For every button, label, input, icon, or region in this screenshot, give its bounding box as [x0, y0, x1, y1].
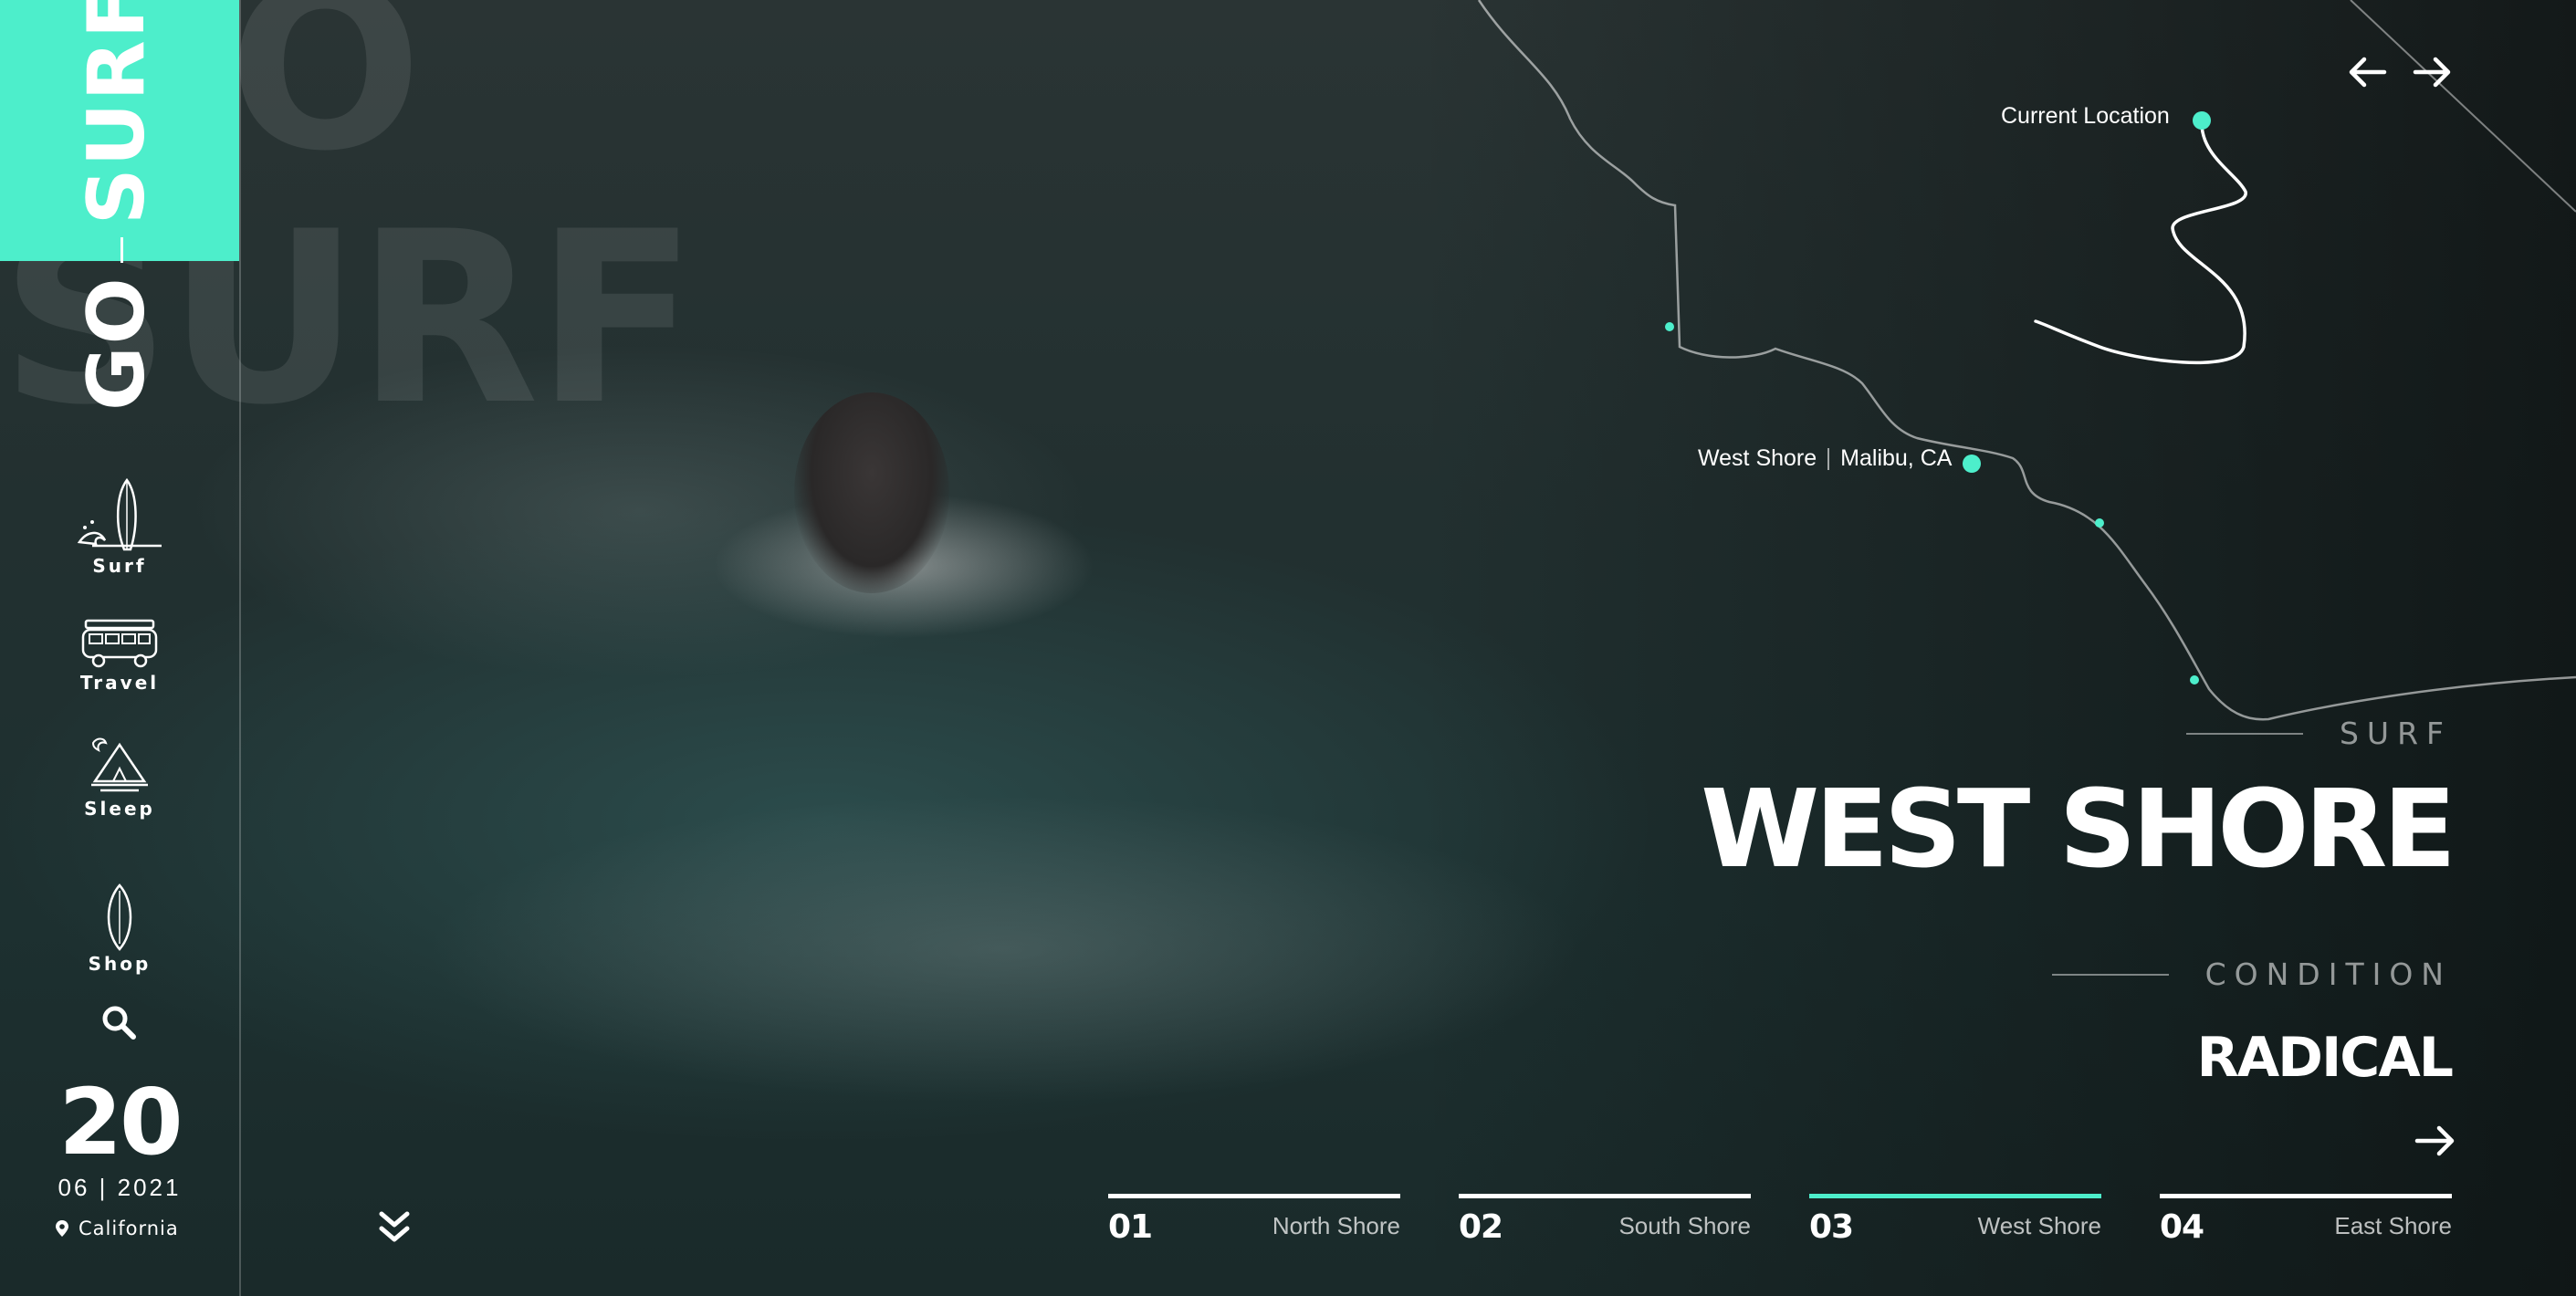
nav-item-travel[interactable]: Travel — [0, 617, 239, 694]
nav-label: Sleep — [84, 798, 155, 820]
logo-separator — [120, 237, 124, 264]
tab-line — [1459, 1194, 1751, 1198]
arrow-right-icon[interactable] — [2414, 1119, 2457, 1163]
coastline-map — [1477, 0, 2576, 721]
nav-item-sleep[interactable]: Sleep — [0, 734, 239, 820]
slide-tab-south-shore[interactable]: 02 South Shore — [1459, 1194, 1751, 1246]
tab-name: North Shore — [1272, 1212, 1400, 1239]
spot-title: WEST SHORE — [1701, 766, 2456, 892]
nav-item-surf[interactable]: Surf — [0, 476, 239, 577]
prev-arrow-icon[interactable] — [2346, 51, 2388, 93]
location-label: California — [79, 1218, 179, 1239]
search-icon[interactable] — [99, 1002, 139, 1042]
condition-label: CONDITION — [2051, 956, 2452, 992]
location: California — [55, 1218, 179, 1239]
eyebrow-rule — [2185, 732, 2303, 735]
current-location-label: Current Location — [2001, 103, 2170, 129]
location-pin-icon — [56, 1220, 68, 1237]
tab-number: 04 — [2160, 1208, 2204, 1246]
map-dot — [2190, 675, 2199, 685]
condition-label-text: CONDITION — [2204, 956, 2452, 992]
label-divider — [1827, 447, 1830, 470]
tab-name: West Shore — [1977, 1212, 2101, 1239]
next-arrow-icon[interactable] — [2412, 51, 2454, 93]
tab-line — [1809, 1194, 2101, 1198]
tab-name: South Shore — [1618, 1212, 1751, 1239]
spot-label: West Shore Malibu, CA — [1698, 445, 1952, 472]
slide-tab-west-shore[interactable]: 03 West Shore — [1809, 1194, 2101, 1246]
sidebar: GO SURF Surf Travel Sleep Shop 20 06 | 20… — [0, 0, 239, 1296]
eyebrow: SURF — [2185, 716, 2452, 751]
tab-number: 01 — [1108, 1208, 1153, 1246]
nav-label: Surf — [92, 555, 147, 577]
spot-place: Malibu, CA — [1840, 445, 1953, 471]
logo[interactable]: GO SURF — [71, 0, 162, 411]
nav-label: Travel — [79, 672, 160, 694]
nav-label: Shop — [88, 953, 152, 975]
van-icon — [81, 619, 158, 668]
condition-value: RADICAL — [2196, 1026, 2454, 1090]
surfboard-wave-icon — [77, 477, 162, 551]
current-location-dot — [2193, 111, 2211, 130]
date-day: 20 — [58, 1069, 183, 1176]
sidebar-divider — [239, 0, 241, 1296]
tab-number: 03 — [1809, 1208, 1854, 1246]
tent-campfire-icon — [91, 737, 148, 792]
map-dot — [2095, 518, 2104, 528]
map-dot — [1665, 322, 1674, 331]
nav-item-shop[interactable]: Shop — [0, 883, 239, 975]
west-shore-dot — [1963, 455, 1981, 473]
eyebrow-text: SURF — [2339, 716, 2452, 751]
tab-name: East Shore — [2334, 1212, 2452, 1239]
logo-surf: SURF — [71, 0, 162, 225]
surfboard-icon — [107, 883, 132, 951]
top-right-line — [2350, 0, 2576, 213]
slide-tab-east-shore[interactable]: 04 East Shore — [2160, 1194, 2452, 1246]
spot-name: West Shore — [1698, 445, 1817, 471]
tab-line — [1108, 1194, 1400, 1198]
scroll-down-icon[interactable] — [374, 1207, 414, 1247]
slide-tab-north-shore[interactable]: 01 North Shore — [1108, 1194, 1400, 1246]
tab-line — [2160, 1194, 2452, 1198]
logo-go: GO — [71, 276, 162, 411]
route-path — [2034, 119, 2247, 365]
date-month-year: 06 | 2021 — [58, 1174, 182, 1201]
condition-rule — [2051, 973, 2169, 976]
tab-number: 02 — [1459, 1208, 1503, 1246]
